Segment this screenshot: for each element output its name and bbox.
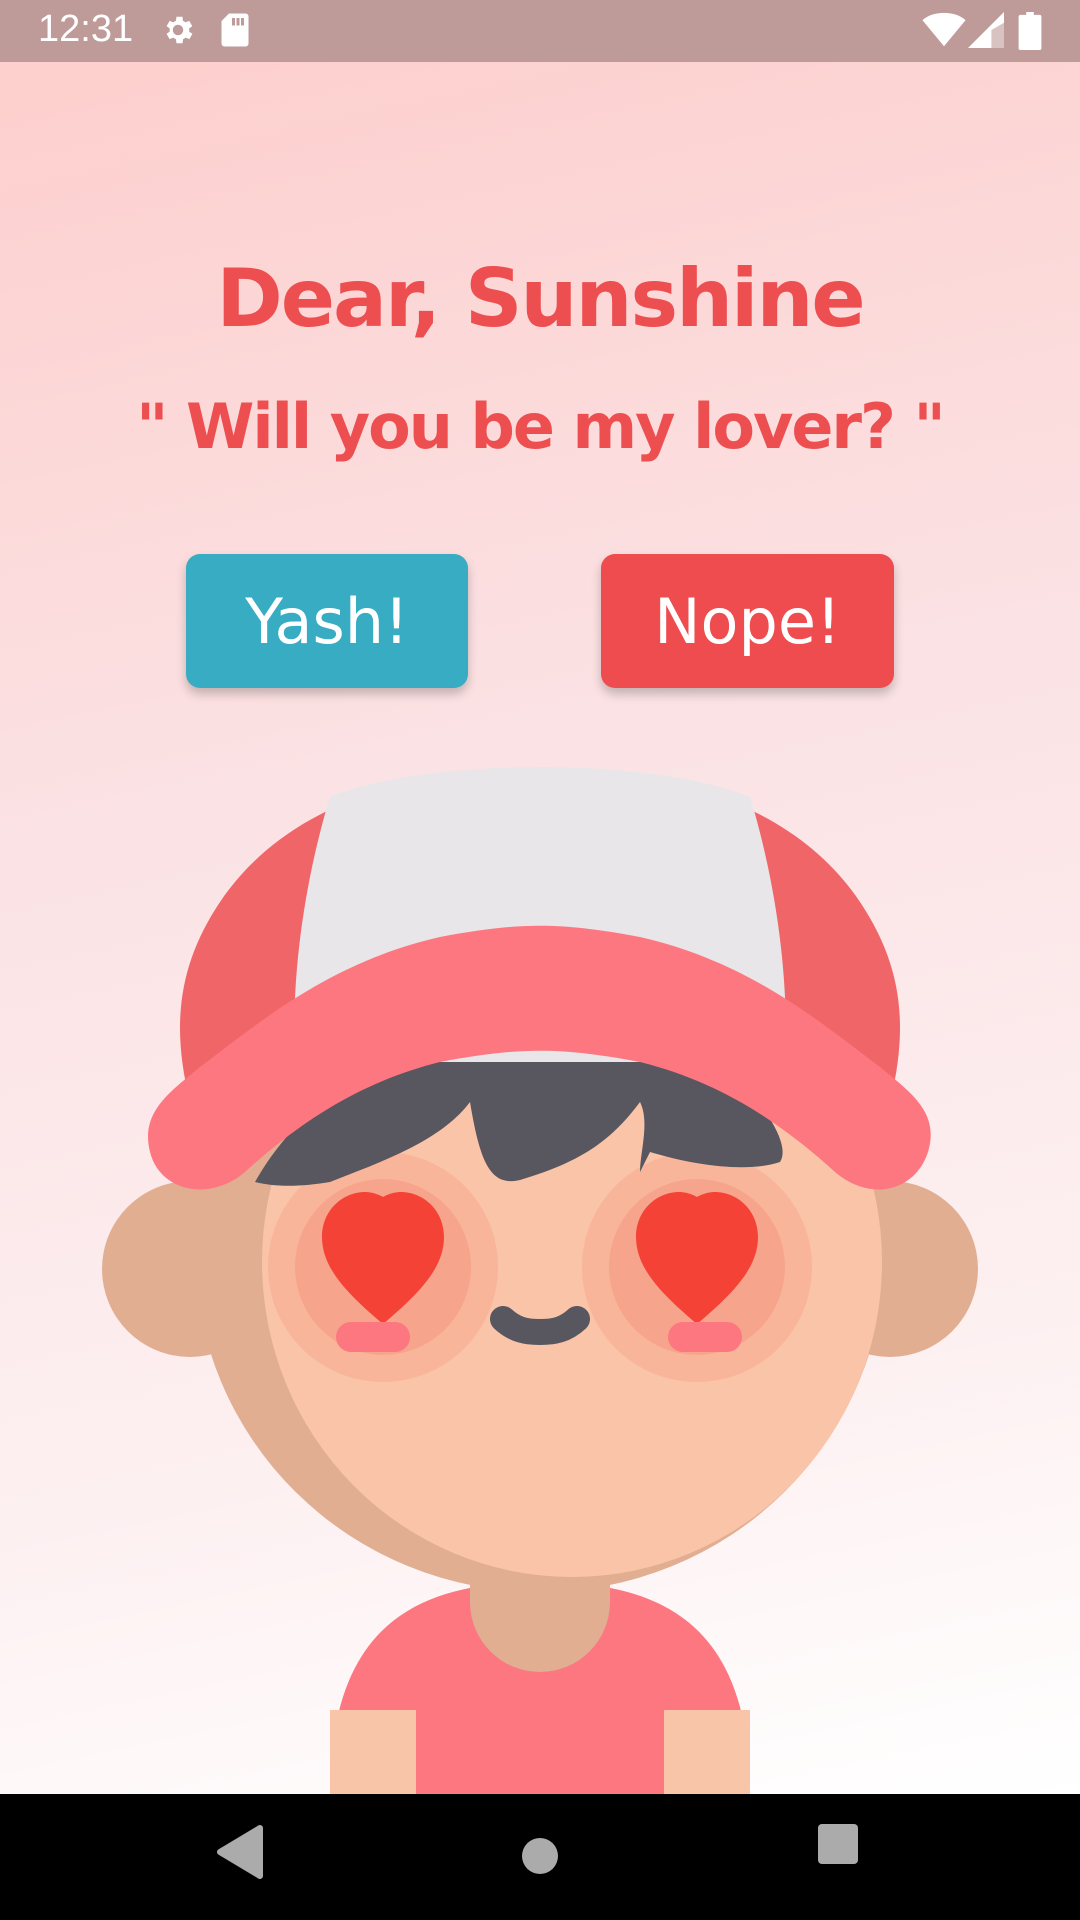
- greeting-title: Dear, Sunshine: [216, 252, 865, 345]
- wifi-icon: [922, 12, 966, 47]
- status-time: 12:31: [38, 8, 134, 50]
- right-arm: [664, 1710, 750, 1794]
- recents-icon[interactable]: [816, 1822, 860, 1866]
- no-button[interactable]: Nope!: [601, 554, 894, 688]
- signal-icon: [968, 12, 1004, 48]
- main-screen: Dear, Sunshine " Will you be my lover? "…: [0, 62, 1080, 1794]
- home-icon[interactable]: [506, 1822, 574, 1890]
- battery-icon: [1018, 12, 1042, 50]
- left-blush: [336, 1322, 410, 1352]
- mouth: [490, 1306, 590, 1346]
- status-bar: 12:31: [0, 0, 1080, 62]
- right-blush: [668, 1322, 742, 1352]
- left-arm: [330, 1710, 416, 1794]
- yes-button[interactable]: Yash!: [186, 554, 468, 688]
- navigation-bar: [0, 1794, 1080, 1920]
- question-text: " Will you be my lover? ": [136, 390, 946, 463]
- back-icon[interactable]: [214, 1822, 264, 1882]
- sd-card-icon: [221, 13, 249, 47]
- settings-icon: [166, 16, 193, 44]
